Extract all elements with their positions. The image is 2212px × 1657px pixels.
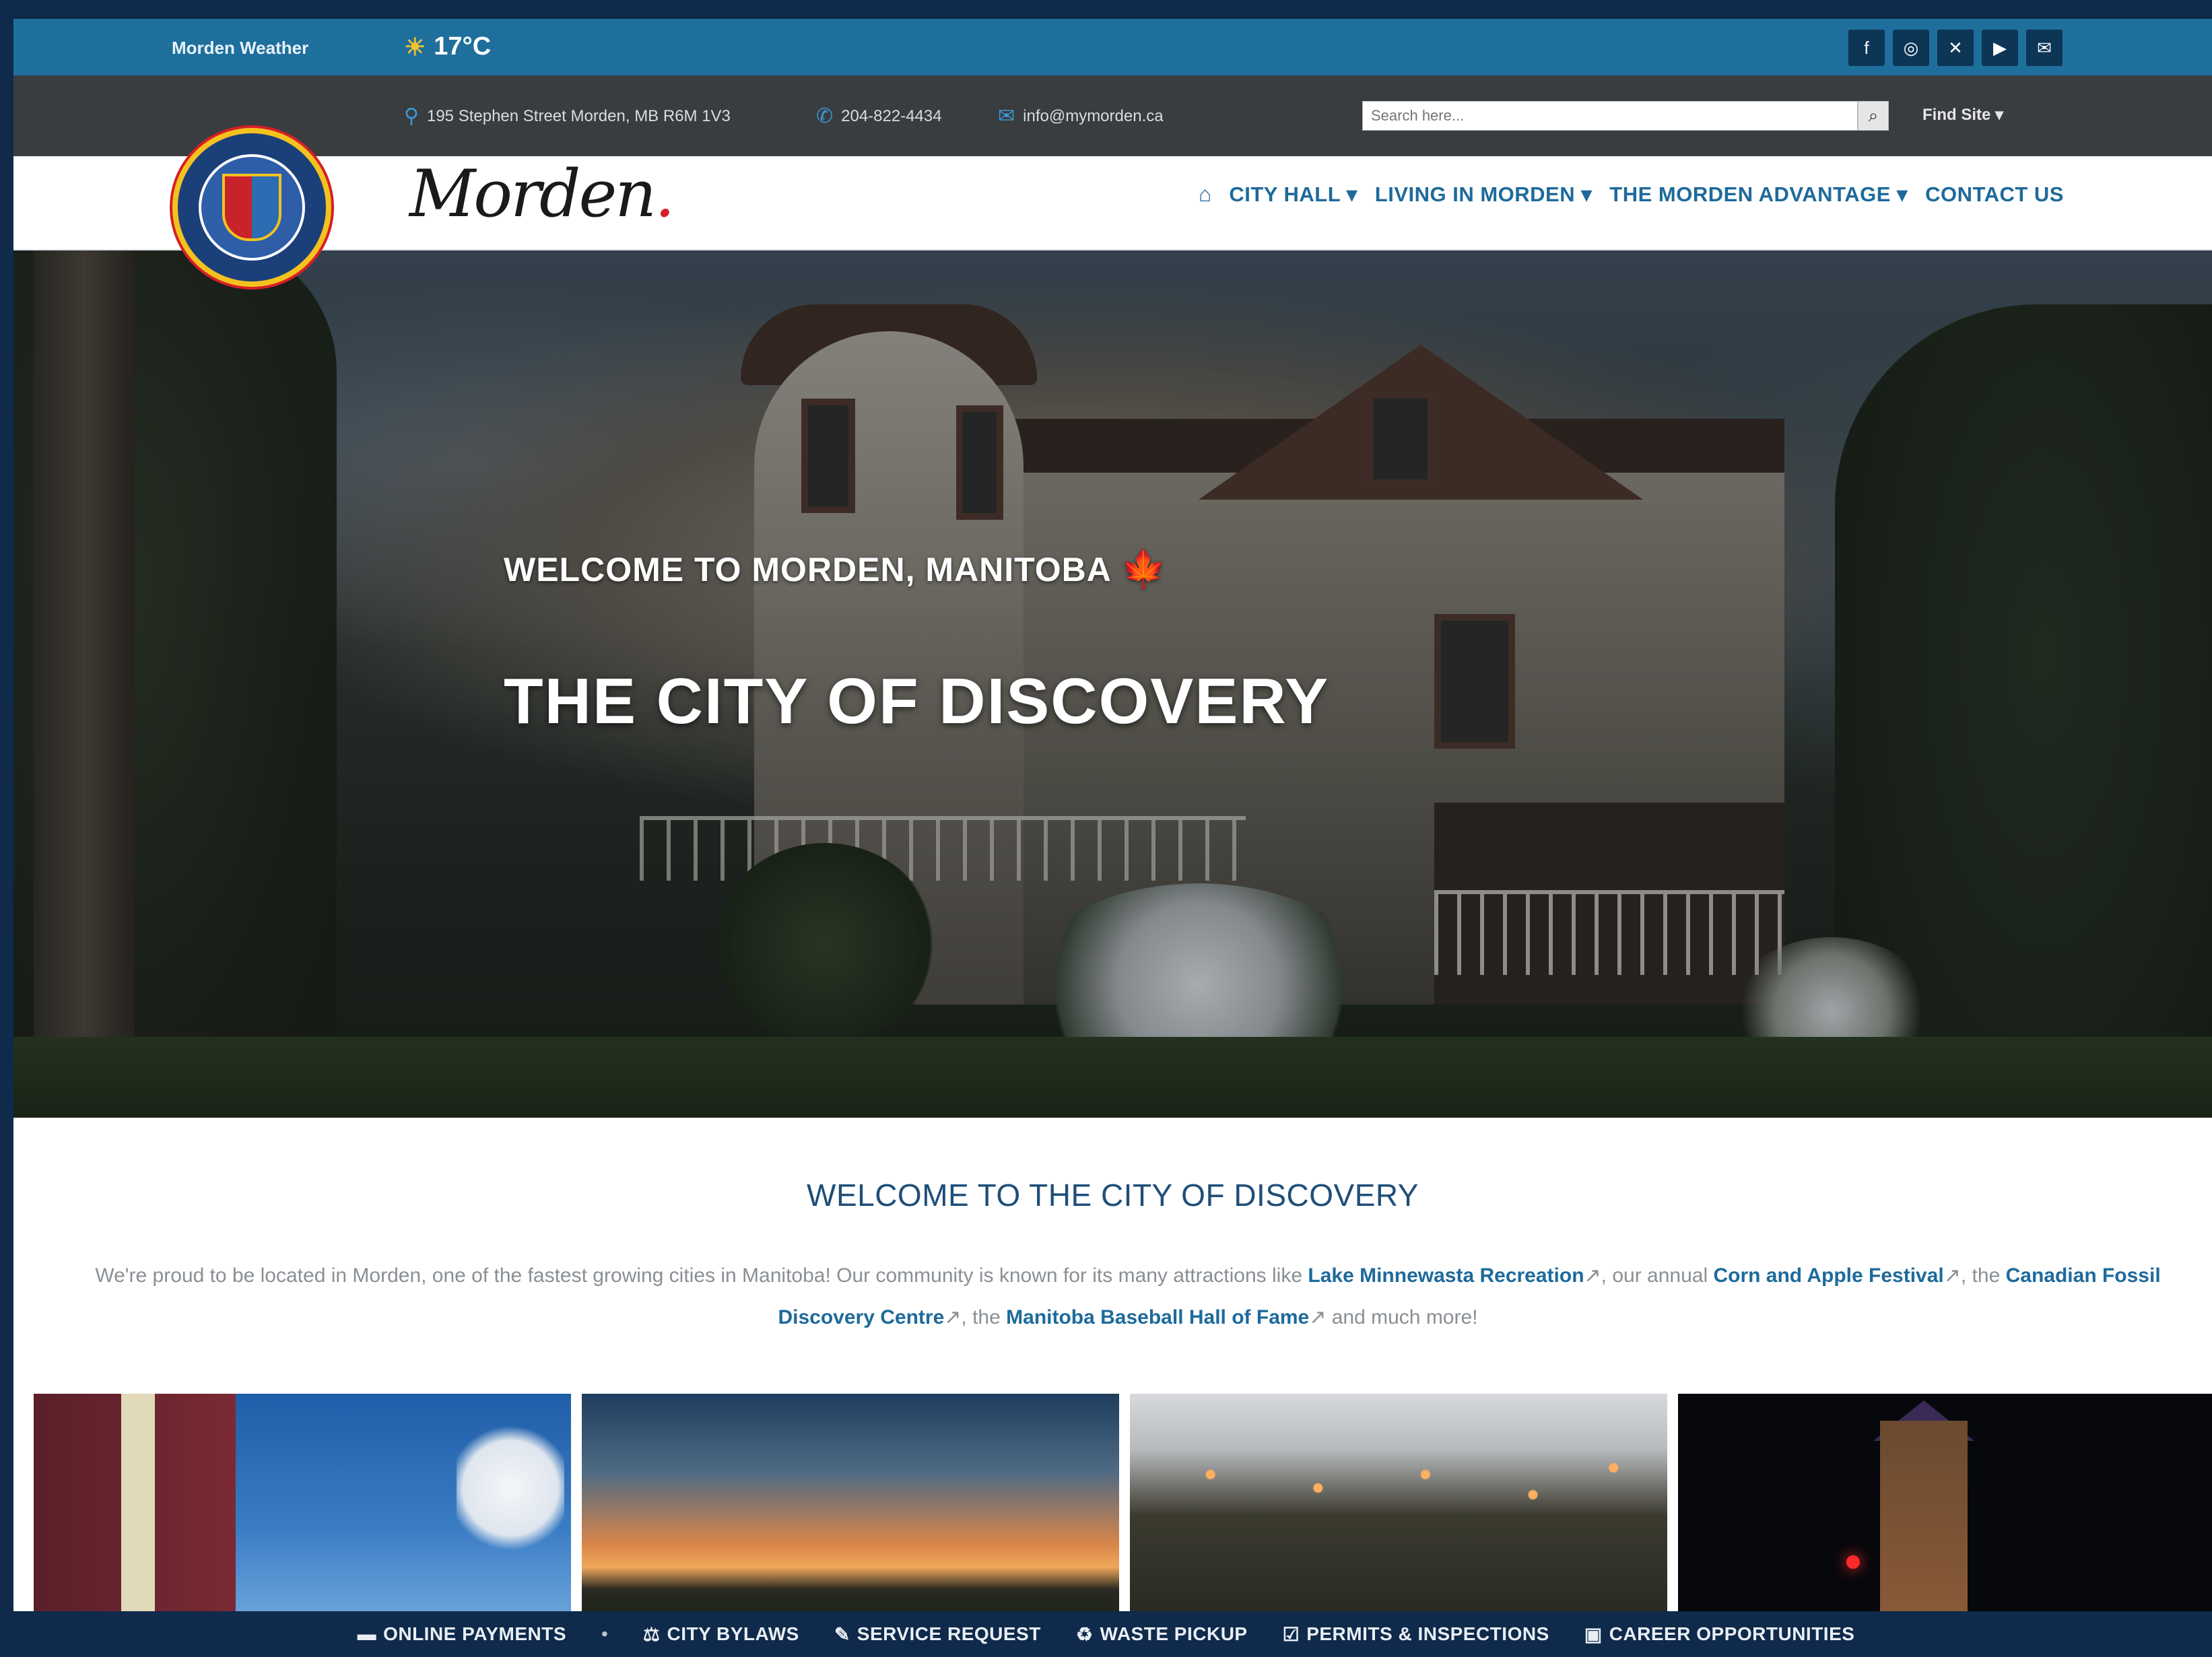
tile-cloud <box>457 1421 564 1555</box>
map-pin-icon: ⚲ <box>404 105 419 127</box>
chevron-down-icon: ▾ <box>1995 106 2004 124</box>
gallery-tile-clock-tower[interactable] <box>1678 1394 2212 1616</box>
find-site-label: Find Site <box>1922 106 1991 124</box>
welcome-text-5: and much more! <box>1331 1306 1478 1328</box>
tile-red-light <box>1846 1555 1860 1569</box>
nav-morden-advantage[interactable]: THE MORDEN ADVANTAGE ▾ <box>1609 182 1908 207</box>
search-icon[interactable]: ⌕ <box>1858 101 1889 131</box>
email-item[interactable]: ✉ info@mymorden.ca <box>998 104 1164 128</box>
quicklink-permits-inspections[interactable]: ☑ PERMITS & INSPECTIONS <box>1283 1623 1549 1646</box>
separator: • <box>601 1623 608 1644</box>
tile-column <box>121 1394 155 1616</box>
welcome-text-4: , the <box>961 1306 1001 1328</box>
gallery-tile-downtown[interactable] <box>34 1394 571 1616</box>
weather-label[interactable]: Morden Weather <box>172 38 308 59</box>
quicklink-label: ONLINE PAYMENTS <box>383 1623 567 1644</box>
hero-subtitle-text: WELCOME TO MORDEN, MANITOBA <box>504 550 1112 588</box>
logo-dot: . <box>655 156 675 232</box>
logo-text: Morden <box>409 156 657 232</box>
social-links: f ◎ ✕ ▶ ✉ <box>1848 30 2063 66</box>
address-item[interactable]: ⚲ 195 Stephen Street Morden, MB R6M 1V3 <box>404 104 731 128</box>
tile-clock-tower <box>1880 1421 1968 1616</box>
window-top-border <box>0 0 2212 19</box>
city-crest-logo[interactable] <box>172 128 331 287</box>
crest-inner <box>199 154 305 261</box>
link-baseball-hall-of-fame[interactable]: Manitoba Baseball Hall of Fame <box>1006 1306 1309 1328</box>
maple-leaf-icon: 🍁 <box>1120 549 1168 589</box>
recycle-icon: ♻ <box>1075 1623 1094 1645</box>
nav-city-hall-label: CITY HALL <box>1229 182 1341 206</box>
briefcase-icon: ▣ <box>1584 1623 1603 1645</box>
nav-living-label: LIVING IN MORDEN <box>1374 182 1576 206</box>
checklist-icon: ☑ <box>1282 1623 1300 1645</box>
nav-contact-us[interactable]: CONTACT US <box>1925 182 2064 207</box>
link-lake-minnewasta[interactable]: Lake Minnewasta Recreation <box>1308 1264 1584 1287</box>
welcome-text-2: , our annual <box>1601 1264 1708 1287</box>
home-icon[interactable]: ⌂ <box>1199 182 1211 207</box>
hero-title: THE CITY OF DISCOVERY <box>504 665 1330 737</box>
quicklink-career-opportunities[interactable]: ▣ CAREER OPPORTUNITIES <box>1584 1623 1855 1646</box>
chevron-down-icon: ▾ <box>1897 182 1908 206</box>
nav-advantage-label: THE MORDEN ADVANTAGE <box>1609 182 1891 206</box>
external-link-icon: ↗ <box>944 1306 962 1328</box>
quicklink-label: WASTE PICKUP <box>1100 1623 1248 1644</box>
welcome-text-3: , the <box>1960 1264 2001 1287</box>
crest-shield <box>222 174 281 241</box>
page-frame: Morden Weather ☀ 17°C f ◎ ✕ ▶ ✉ ⚲ 195 St… <box>13 0 2212 1657</box>
instagram-icon[interactable]: ◎ <box>1893 30 1929 66</box>
envelope-icon: ✉ <box>998 105 1015 127</box>
email-text: info@mymorden.ca <box>1023 106 1164 125</box>
chevron-down-icon: ▾ <box>1346 182 1358 206</box>
youtube-icon[interactable]: ▶ <box>1982 30 2018 66</box>
nav-menu: ⌂ CITY HALL ▾ LIVING IN MORDEN ▾ THE MOR… <box>1199 182 2064 207</box>
quicklink-online-payments[interactable]: ▬ ONLINE PAYMENTS <box>358 1623 566 1645</box>
find-site-dropdown[interactable]: Find Site ▾ <box>1922 105 2003 125</box>
quick-links-bar: ▬ ONLINE PAYMENTS • ⚖ CITY BYLAWS ✎ SERVICE… <box>0 1611 2212 1657</box>
contact-info-bar: ⚲ 195 Stephen Street Morden, MB R6M 1V3 … <box>13 75 2212 156</box>
search-input[interactable] <box>1362 101 1858 131</box>
chevron-down-icon: ▾ <box>1581 182 1593 206</box>
quicklink-label: CAREER OPPORTUNITIES <box>1609 1623 1855 1644</box>
welcome-heading: WELCOME TO THE CITY OF DISCOVERY <box>807 1178 1419 1213</box>
phone-text: 204-822-4434 <box>841 106 942 125</box>
external-link-icon: ↗ <box>1943 1264 1961 1287</box>
email-icon[interactable]: ✉ <box>2026 30 2063 66</box>
quicklink-waste-pickup[interactable]: ♻ WASTE PICKUP <box>1076 1623 1248 1646</box>
external-link-icon: ↗ <box>1584 1264 1601 1287</box>
quicklink-label: PERMITS & INSPECTIONS <box>1306 1623 1549 1644</box>
hero-banner: WELCOME TO MORDEN, MANITOBA 🍁 THE CITY O… <box>13 250 2212 1118</box>
link-corn-apple-festival[interactable]: Corn and Apple Festival <box>1713 1264 1943 1287</box>
weather-widget[interactable]: ☀ 17°C <box>404 32 491 61</box>
address-text: 195 Stephen Street Morden, MB R6M 1V3 <box>426 106 731 125</box>
x-icon[interactable]: ✕ <box>1937 30 1974 66</box>
photo-gallery <box>34 1394 2212 1616</box>
welcome-paragraph: We're proud to be located in Morden, one… <box>74 1255 2182 1339</box>
wrench-icon: ✎ <box>834 1623 850 1645</box>
quicklink-city-bylaws[interactable]: ⚖ CITY BYLAWS <box>643 1623 799 1646</box>
morden-wordmark[interactable]: Morden. <box>409 156 675 232</box>
external-link-icon: ↗ <box>1309 1306 1327 1328</box>
search-form: ⌕ <box>1362 101 1889 131</box>
quicklink-label: CITY BYLAWS <box>667 1623 799 1644</box>
hero-subtitle: WELCOME TO MORDEN, MANITOBA 🍁 <box>504 548 1167 590</box>
card-icon: ▬ <box>357 1623 377 1644</box>
nav-living-in-morden[interactable]: LIVING IN MORDEN ▾ <box>1375 182 1593 207</box>
gallery-tile-sunset[interactable] <box>582 1394 1119 1616</box>
phone-item[interactable]: ✆ 204-822-4434 <box>816 104 942 128</box>
tile-string-lights <box>1130 1434 1667 1569</box>
gavel-icon: ⚖ <box>642 1623 661 1645</box>
facebook-icon[interactable]: f <box>1848 30 1885 66</box>
sun-icon: ☀ <box>404 32 426 61</box>
quicklink-service-request[interactable]: ✎ SERVICE REQUEST <box>834 1623 1041 1646</box>
nav-city-hall[interactable]: CITY HALL ▾ <box>1229 182 1357 207</box>
weather-bar: Morden Weather ☀ 17°C f ◎ ✕ ▶ ✉ <box>13 19 2212 75</box>
gallery-tile-patio-lights[interactable] <box>1130 1394 1667 1616</box>
weather-temperature: 17°C <box>434 32 492 61</box>
welcome-text-1: We're proud to be located in Morden, one… <box>95 1264 1303 1287</box>
phone-icon: ✆ <box>816 105 834 127</box>
quicklink-label: SERVICE REQUEST <box>857 1623 1041 1644</box>
